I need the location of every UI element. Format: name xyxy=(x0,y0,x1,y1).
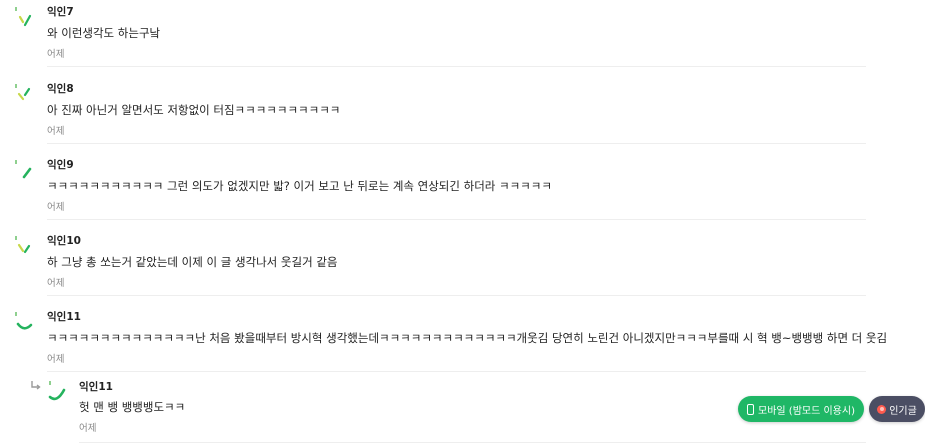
comment-text: 하 그냥 총 쏘는거 같았는데 이제 이 글 생각나서 웃길거 같음 xyxy=(47,255,338,269)
comment-author[interactable]: 익인9 xyxy=(47,158,866,172)
divider xyxy=(47,295,866,296)
phone-icon xyxy=(747,403,755,415)
dash-green-avatar-icon xyxy=(15,7,32,27)
comment-author[interactable]: 익인8 xyxy=(47,82,866,96)
divider xyxy=(47,371,866,372)
reply-author[interactable]: 익인11 xyxy=(79,380,866,394)
comment-author[interactable]: 익인11 xyxy=(47,310,866,324)
comment-time: 어제 xyxy=(47,126,65,137)
comment-item: 익인9 ㅋㅋㅋㅋㅋㅋㅋㅋㅋㅋㅋ 그런 의도가 없겠지만 밟? 이거 보고 난 뒤… xyxy=(14,153,866,229)
dash-green-avatar-icon xyxy=(15,160,32,179)
curve-green-avatar-icon xyxy=(15,312,33,330)
comment-text: ㅋㅋㅋㅋㅋㅋㅋㅋㅋㅋㅋ 그런 의도가 없겠지만 밟? 이거 보고 난 뒤로는 계… xyxy=(47,179,552,193)
comment-author[interactable]: 익인7 xyxy=(47,5,866,19)
divider xyxy=(47,143,866,144)
popular-posts-label: 인기글 xyxy=(889,405,917,417)
divider xyxy=(47,219,866,220)
comment-item: 익인11 ㅋㅋㅋㅋㅋㅋㅋㅋㅋㅋㅋㅋㅋㅋ난 처음 봤을때부터 방시혁 생각했는데ㅋ… xyxy=(14,305,888,381)
comment-item: 익인10 하 그냥 총 쏘는거 같았는데 이제 이 글 생각나서 웃길거 같음 … xyxy=(14,229,866,305)
comment-text: ㅋㅋㅋㅋㅋㅋㅋㅋㅋㅋㅋㅋㅋㅋ난 처음 봤을때부터 방시혁 생각했는데ㅋㅋㅋㅋㅋㅋ… xyxy=(47,331,888,345)
fire-icon xyxy=(877,404,887,414)
divider xyxy=(47,66,866,67)
comment-time: 어제 xyxy=(47,278,65,289)
dash-green-avatar-icon xyxy=(15,236,31,254)
curve-green-avatar-icon xyxy=(48,381,66,401)
comment-time: 어제 xyxy=(47,49,65,60)
comment-text: 아 진짜 아닌거 알면서도 저항없이 터짐ㅋㅋㅋㅋㅋㅋㅋㅋㅋㅋ xyxy=(47,103,341,117)
dash-green-avatar-icon xyxy=(15,84,31,101)
comment-item: 익인7 와 이런생각도 하는구낰 어제 xyxy=(14,0,866,76)
reply-arrow-icon xyxy=(31,381,41,390)
mobile-mode-label: 모바일 (밤모드 이용시) xyxy=(758,405,855,417)
divider xyxy=(79,442,866,443)
reply-time: 어제 xyxy=(79,423,97,434)
popular-posts-button[interactable]: 인기글 xyxy=(869,396,925,422)
mobile-mode-button[interactable]: 모바일 (밤모드 이용시) xyxy=(738,396,864,422)
comment-item: 익인8 아 진짜 아닌거 알면서도 저항없이 터짐ㅋㅋㅋㅋㅋㅋㅋㅋㅋㅋ 어제 xyxy=(14,77,866,153)
comment-time: 어제 xyxy=(47,354,65,365)
comment-author[interactable]: 익인10 xyxy=(47,234,866,248)
comment-time: 어제 xyxy=(47,202,65,213)
comment-text: 와 이런생각도 하는구낰 xyxy=(47,26,161,40)
